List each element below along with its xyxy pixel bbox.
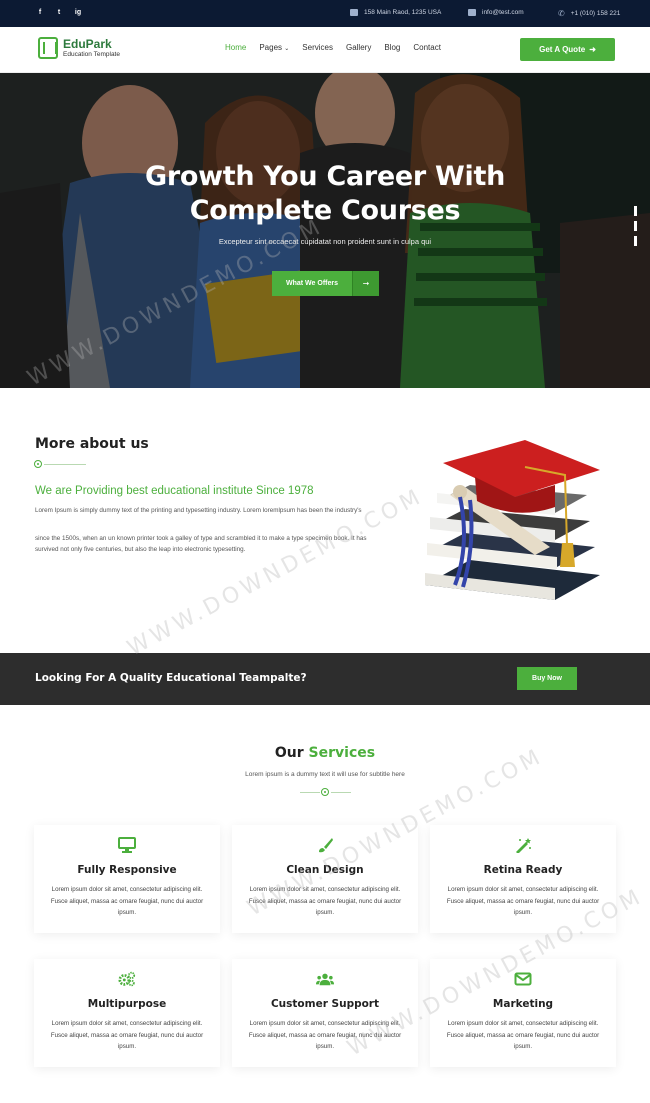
services-subtitle: Lorem ipsum is a dummy text it will use …: [245, 771, 405, 778]
service-card-marketing[interactable]: Marketing Lorem ipsum dolor sit amet, co…: [430, 959, 616, 1067]
get-quote-label: Get A Quote: [539, 45, 586, 54]
service-name: Fully Responsive: [77, 864, 177, 876]
nav-item-contact[interactable]: Contact: [413, 43, 441, 52]
twitter-icon[interactable]: t: [55, 9, 63, 17]
brand-tagline: Education Template: [63, 50, 120, 58]
arrow-right-icon: ➜: [589, 45, 596, 54]
divider-line: [300, 792, 320, 793]
envelope-icon: [468, 9, 476, 16]
top-bar: f t ig 158 Main Raod, 1235 USA info@test…: [0, 0, 650, 27]
nav-item-pages-label: Pages: [259, 43, 283, 52]
social-links: f t ig: [36, 9, 82, 17]
cta-bar: Looking For A Quality Educational Teampa…: [0, 653, 650, 705]
nav-menu: Home Pages ⌄ Services Gallery Blog Conta…: [225, 43, 441, 52]
slider-pagination: [634, 206, 637, 246]
hero-title: Growth You Career With Complete Courses: [0, 160, 650, 228]
service-name: Multipurpose: [87, 998, 167, 1010]
phone-icon: ✆: [558, 9, 565, 18]
instagram-icon[interactable]: ig: [74, 9, 82, 17]
phone-text[interactable]: +1 (010) 158 221: [571, 10, 621, 17]
divider-line: [331, 792, 351, 793]
slider-dot[interactable]: [634, 221, 637, 231]
service-card-multipurpose[interactable]: Multipurpose Lorem ipsum dolor sit amet,…: [34, 959, 220, 1067]
slider-dot[interactable]: [634, 236, 637, 246]
brand-name: EduPark: [63, 36, 112, 51]
phone-info[interactable]: ✆ +1 (010) 158 221: [558, 9, 620, 18]
services-title: Our Services: [0, 745, 650, 761]
magic-wand-icon: [514, 837, 532, 853]
map-icon: [350, 9, 358, 16]
nav-item-gallery[interactable]: Gallery: [346, 43, 371, 52]
cta-text: Looking For A Quality Educational Teampa…: [35, 672, 307, 684]
about-title: More about us: [35, 436, 149, 452]
buy-now-button[interactable]: Buy Now: [517, 667, 577, 690]
service-desc: Lorem ipsum dolor sit amet, consectetur …: [50, 1020, 204, 1050]
address-text: 158 Main Raod, 1235 USA: [364, 9, 442, 16]
email-info[interactable]: info@test.com: [468, 9, 524, 16]
arrow-right-icon: ➞: [352, 271, 379, 296]
service-name: Customer Support: [270, 998, 380, 1010]
users-icon: [316, 971, 334, 987]
nav-item-pages[interactable]: Pages ⌄: [259, 43, 289, 52]
divider-dot-icon: [34, 460, 42, 468]
services-title-b: Services: [308, 745, 376, 761]
about-paragraph-1: Lorem Ipsum is simply dummy text of the …: [35, 507, 362, 514]
nav-item-home[interactable]: Home: [225, 43, 246, 52]
hero-subtitle: Excepteur sint occaecat cupidatat non pr…: [218, 237, 432, 246]
logo[interactable]: EduPark Education Template: [38, 37, 120, 59]
what-we-offers-label: What We Offers: [272, 271, 352, 296]
slider-dot[interactable]: [634, 206, 637, 216]
email-text[interactable]: info@test.com: [482, 9, 524, 16]
chevron-down-icon: ⌄: [284, 46, 290, 52]
about-subtitle: We are Providing best educational instit…: [35, 485, 314, 497]
nav-item-blog[interactable]: Blog: [384, 43, 400, 52]
get-quote-button[interactable]: Get A Quote ➜: [520, 38, 615, 61]
divider-line: [44, 464, 86, 465]
divider-dot-icon: [321, 788, 329, 796]
facebook-icon[interactable]: f: [36, 9, 44, 17]
notebook-icon: [38, 37, 58, 59]
cogs-icon: [118, 971, 136, 987]
nav-item-services[interactable]: Services: [302, 43, 333, 52]
service-desc: Lorem ipsum dolor sit amet, consectetur …: [446, 1020, 600, 1050]
service-card-fully-responsive[interactable]: Fully Responsive Lorem ipsum dolor sit a…: [34, 825, 220, 933]
service-desc: Lorem ipsum dolor sit amet, consectetur …: [50, 886, 204, 916]
graduation-books-image: [415, 435, 605, 605]
monitor-icon: [118, 837, 136, 853]
hero-title-line1: Growth You Career With: [145, 161, 505, 192]
services-title-a: Our: [274, 745, 304, 761]
service-name: Retina Ready: [483, 864, 563, 876]
hero-title-line2: Complete Courses: [189, 195, 461, 226]
what-we-offers-button[interactable]: What We Offers ➞: [272, 271, 379, 296]
paint-brush-icon: [316, 837, 334, 853]
address-info: 158 Main Raod, 1235 USA: [350, 9, 441, 16]
